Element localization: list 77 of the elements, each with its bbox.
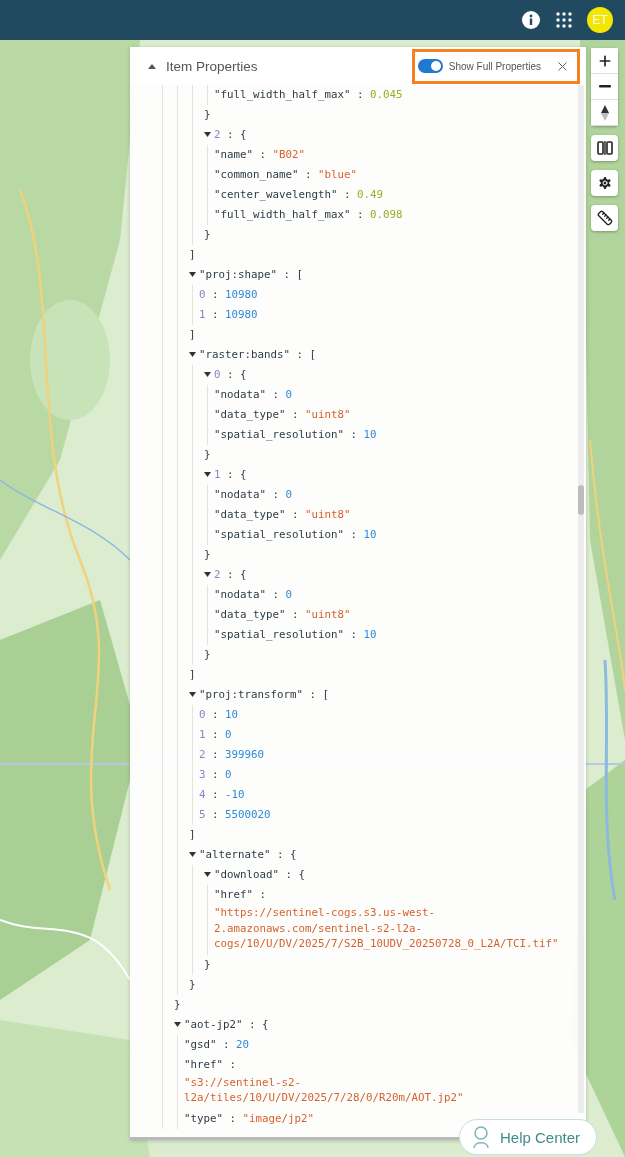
json-line: "type" : "image/jp2" <box>184 1110 316 1127</box>
json-bracket: ] <box>189 247 196 263</box>
json-line: "data_type" : "uint8" <box>214 507 352 523</box>
json-line: "href" : "s3://sentinel-s2- l2a/tiles/10/U/DV/2025/7/28/0/R20m/AOT.jp2" <box>184 1056 465 1107</box>
scrollbar[interactable] <box>578 85 584 1113</box>
caret-icon[interactable] <box>204 872 211 877</box>
json-bracket: } <box>204 227 211 243</box>
json-bracket: } <box>204 547 211 563</box>
minus-icon <box>598 85 611 88</box>
json-line: "full_width_half_max" : 0.098 <box>214 207 404 223</box>
ruler-button[interactable] <box>591 205 618 231</box>
caret-icon[interactable] <box>148 63 156 69</box>
json-line: "download" : { <box>214 867 307 883</box>
json-line: 2 : { <box>214 127 248 143</box>
json-line: "nodata" : 0 <box>214 587 294 603</box>
json-line: 1 : { <box>214 467 248 483</box>
split-view-button[interactable] <box>591 135 618 161</box>
help-center-button[interactable]: Help Center <box>458 1119 597 1155</box>
caret-icon[interactable] <box>189 852 196 857</box>
zoom-out-button[interactable] <box>591 74 618 100</box>
json-line: "spatial_resolution" : 10 <box>214 527 378 543</box>
json-line: "nodata" : 0 <box>214 387 294 403</box>
caret-icon[interactable] <box>189 272 196 277</box>
json-line: "alternate" : { <box>199 847 298 863</box>
json-line: "aot-jp2" : { <box>184 1016 270 1033</box>
json-line: "spatial_resolution" : 10 <box>214 627 378 643</box>
json-line: "data_type" : "uint8" <box>214 407 352 423</box>
json-line: 1 : 10980 <box>199 307 259 323</box>
compass-button[interactable] <box>591 100 618 126</box>
panel-title: Item Properties <box>166 58 258 74</box>
json-line: "center_wavelength" : 0.49 <box>214 187 385 203</box>
json-line: "nodata" : 0 <box>214 487 294 503</box>
json-bracket: ] <box>189 667 196 683</box>
json-line: "proj:shape" : [ <box>199 267 305 283</box>
json-line: 1 : 0 <box>199 727 233 743</box>
json-bracket: } <box>204 647 211 663</box>
caret-icon[interactable] <box>174 1021 181 1027</box>
json-line: 0 : 10980 <box>199 287 259 303</box>
json-line: 3 : 0 <box>199 767 233 783</box>
ruler-icon <box>596 210 613 226</box>
json-line: 2 : 399960 <box>199 747 266 763</box>
json-bracket: } <box>204 956 211 973</box>
caret-icon[interactable] <box>204 132 211 137</box>
info-icon[interactable] <box>521 10 541 30</box>
compass-icon <box>600 104 609 121</box>
json-line: 0 : { <box>214 367 248 383</box>
split-view-icon <box>596 141 613 155</box>
zoom-in-button[interactable] <box>591 48 618 74</box>
json-line: 4 : -10 <box>199 787 246 803</box>
json-line: "name" : "B02" <box>214 147 307 163</box>
json-bracket: } <box>189 976 196 993</box>
toggle-switch[interactable] <box>417 59 443 73</box>
caret-icon[interactable] <box>204 572 211 577</box>
json-bracket: ] <box>189 327 196 343</box>
json-line: "spatial_resolution" : 10 <box>214 427 378 443</box>
json-line: 0 : 10 <box>199 707 240 723</box>
json-line: "raster:bands" : [ <box>199 347 318 363</box>
json-line: "full_width_half_max" : 0.045 <box>214 87 404 103</box>
caret-icon[interactable] <box>189 352 196 357</box>
json-line: "href" : "https://sentinel-cogs.s3.us-west- 2.amazonaws.com/sentinel-s2-l2a- cogs/10/U/DV/2025/7/S2B_10UDV_20250728_0_L2A/TCI.tif" <box>214 887 560 953</box>
json-bracket: } <box>204 447 211 463</box>
json-bracket: } <box>174 996 181 1013</box>
toggle-label: Show Full Properties <box>448 60 541 72</box>
settings-icon <box>596 175 613 191</box>
json-bracket: ] <box>189 827 196 843</box>
caret-icon[interactable] <box>189 692 196 697</box>
json-line: 2 : { <box>214 567 248 583</box>
json-line: "data_type" : "uint8" <box>214 607 352 623</box>
json-line: "gsd" : 20 <box>184 1036 251 1053</box>
json-line: "proj:transform" : [ <box>199 687 331 703</box>
settings-button[interactable] <box>591 170 618 196</box>
caret-icon[interactable] <box>204 372 211 377</box>
json-line: "common_name" : "blue" <box>214 167 359 183</box>
apps-grid-icon[interactable] <box>555 11 573 29</box>
caret-icon[interactable] <box>204 472 211 477</box>
json-line: 5 : 5500020 <box>199 807 272 823</box>
json-bracket: } <box>204 107 211 123</box>
